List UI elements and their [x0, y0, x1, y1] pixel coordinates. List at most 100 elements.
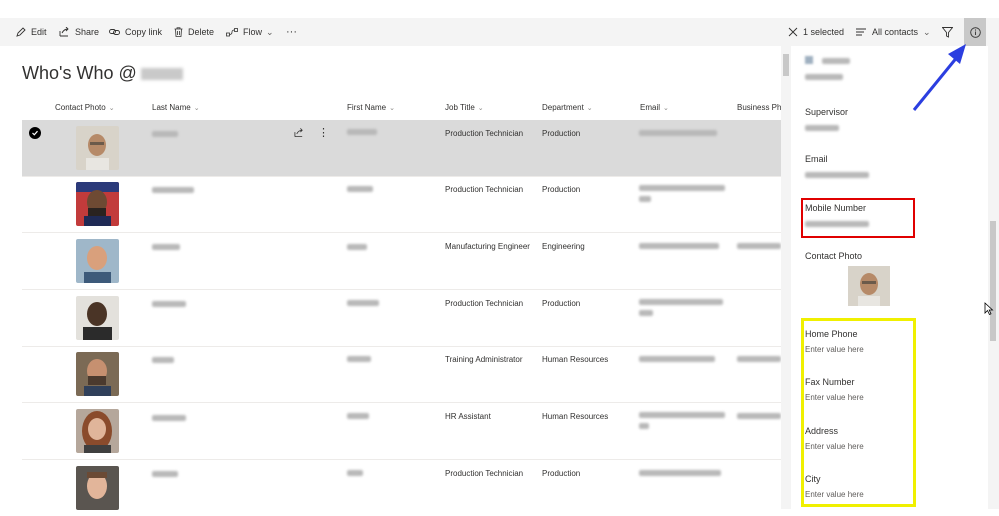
chevron-down-icon: ⌄ [586, 105, 593, 112]
contact-photo [76, 126, 119, 170]
redacted-first-name [347, 470, 363, 476]
list-scrollbar[interactable] [781, 46, 791, 509]
redacted-email [639, 185, 725, 191]
page-title: Who's Who @ [22, 63, 183, 84]
column-header-job-title[interactable]: Job Title ⌄ [445, 103, 484, 112]
table-row[interactable]: ⋮ Production Technician Production [22, 120, 783, 177]
redacted-last-name [152, 415, 186, 421]
table-row[interactable]: Training Administrator Human Resources [22, 346, 783, 403]
department-cell: Human Resources [542, 355, 609, 364]
table-row[interactable]: Production Technician Production [22, 176, 783, 233]
column-header-email[interactable]: Email ⌄ [640, 103, 669, 112]
redacted-email [639, 412, 725, 418]
delete-label: Delete [188, 27, 215, 37]
redacted-company-name [140, 68, 183, 81]
chevron-down-icon: ⌄ [477, 105, 484, 112]
panel-scrollbar-thumb[interactable] [990, 221, 996, 341]
list-scrollbar-thumb[interactable] [783, 54, 789, 76]
contact-photo [76, 409, 119, 453]
redacted-first-name [347, 300, 379, 306]
redacted-field-value [822, 58, 850, 64]
redacted-email [639, 299, 723, 305]
command-bar: Edit Share Copy link Delete Flow ⌄ ··· 1… [0, 18, 999, 46]
redacted-phone [737, 243, 781, 249]
contact-photo [76, 352, 119, 396]
redacted-last-name [152, 244, 180, 250]
edit-button[interactable]: Edit [16, 18, 47, 46]
supervisor-label: Supervisor [805, 107, 849, 117]
pencil-icon [16, 27, 26, 37]
redacted-email [639, 356, 715, 362]
selected-count: 1 selected [803, 27, 845, 37]
redacted-email [639, 130, 717, 136]
share-icon [59, 27, 69, 37]
mouse-cursor-icon [984, 302, 994, 316]
redacted-last-name [152, 471, 178, 477]
close-icon [788, 27, 798, 37]
flow-label: Flow [243, 27, 263, 37]
info-pane-button[interactable] [964, 18, 986, 46]
redacted-icon [805, 56, 813, 64]
column-label: Last Name [152, 103, 191, 112]
column-header-contact-photo[interactable]: Contact Photo ⌄ [55, 103, 115, 112]
chevron-down-icon: ⌄ [663, 105, 669, 112]
view-selector[interactable]: All contacts ⌄ [856, 18, 931, 46]
link-icon [109, 29, 120, 35]
redacted-phone [737, 413, 781, 419]
redacted-email [639, 470, 721, 476]
delete-button[interactable]: Delete [174, 18, 214, 46]
trash-icon [174, 27, 183, 37]
table-row[interactable]: Manufacturing Engineer Engineering [22, 233, 783, 290]
chevron-down-icon: ⌄ [389, 105, 395, 112]
department-cell: Production [542, 129, 581, 138]
column-header-first-name[interactable]: First Name ⌄ [347, 103, 395, 112]
copy-link-button[interactable]: Copy link [109, 18, 162, 46]
redacted-first-name [347, 356, 371, 362]
column-label: Business Pho [737, 103, 786, 112]
more-actions-button[interactable]: ··· [286, 18, 297, 46]
redacted-email-value [805, 172, 869, 178]
redacted-email [639, 196, 651, 202]
contact-photo [76, 182, 119, 226]
edit-label: Edit [31, 27, 47, 37]
contact-photo [76, 239, 119, 283]
redacted-phone [737, 356, 781, 362]
contact-photo[interactable] [848, 266, 890, 306]
clear-selection-button[interactable]: 1 selected [788, 18, 844, 46]
department-cell: Engineering [542, 242, 585, 251]
job-title-cell: Manufacturing Engineer [445, 242, 530, 251]
department-cell: Production [542, 469, 581, 478]
redacted-field-value [805, 74, 843, 80]
flow-icon [226, 27, 238, 36]
table-row[interactable]: HR Assistant Human Resources [22, 403, 783, 460]
view-list-icon [856, 28, 866, 36]
redacted-email [639, 423, 649, 429]
department-cell: Production [542, 299, 581, 308]
redacted-email [639, 310, 653, 316]
info-icon [969, 26, 981, 38]
column-label: Contact Photo [55, 103, 106, 112]
more-label: ··· [286, 26, 297, 38]
redacted-first-name [347, 129, 377, 135]
job-title-cell: Production Technician [445, 299, 524, 308]
more-options-icon[interactable]: ⋮ [318, 126, 329, 139]
redacted-first-name [347, 244, 367, 250]
share-icon[interactable] [294, 128, 304, 138]
share-button[interactable]: Share [59, 18, 99, 46]
redacted-last-name [152, 131, 178, 137]
flow-button[interactable]: Flow ⌄ [226, 18, 274, 46]
panel-scrollbar[interactable] [988, 46, 999, 509]
selected-checkmark-icon[interactable] [29, 127, 41, 139]
contact-photo [76, 296, 119, 340]
job-title-cell: Production Technician [445, 185, 524, 194]
redacted-last-name [152, 187, 194, 193]
department-cell: Human Resources [542, 412, 609, 421]
filter-button[interactable] [942, 18, 958, 46]
table-row[interactable]: Production Technician Production [22, 460, 783, 516]
column-header-department[interactable]: Department ⌄ [542, 103, 593, 112]
table-row[interactable]: Production Technician Production [22, 290, 783, 347]
job-title-cell: Training Administrator [445, 355, 523, 364]
column-header-last-name[interactable]: Last Name ⌄ [152, 103, 200, 112]
column-label: First Name [347, 103, 387, 112]
column-header-business-phone[interactable]: Business Pho [737, 103, 786, 112]
